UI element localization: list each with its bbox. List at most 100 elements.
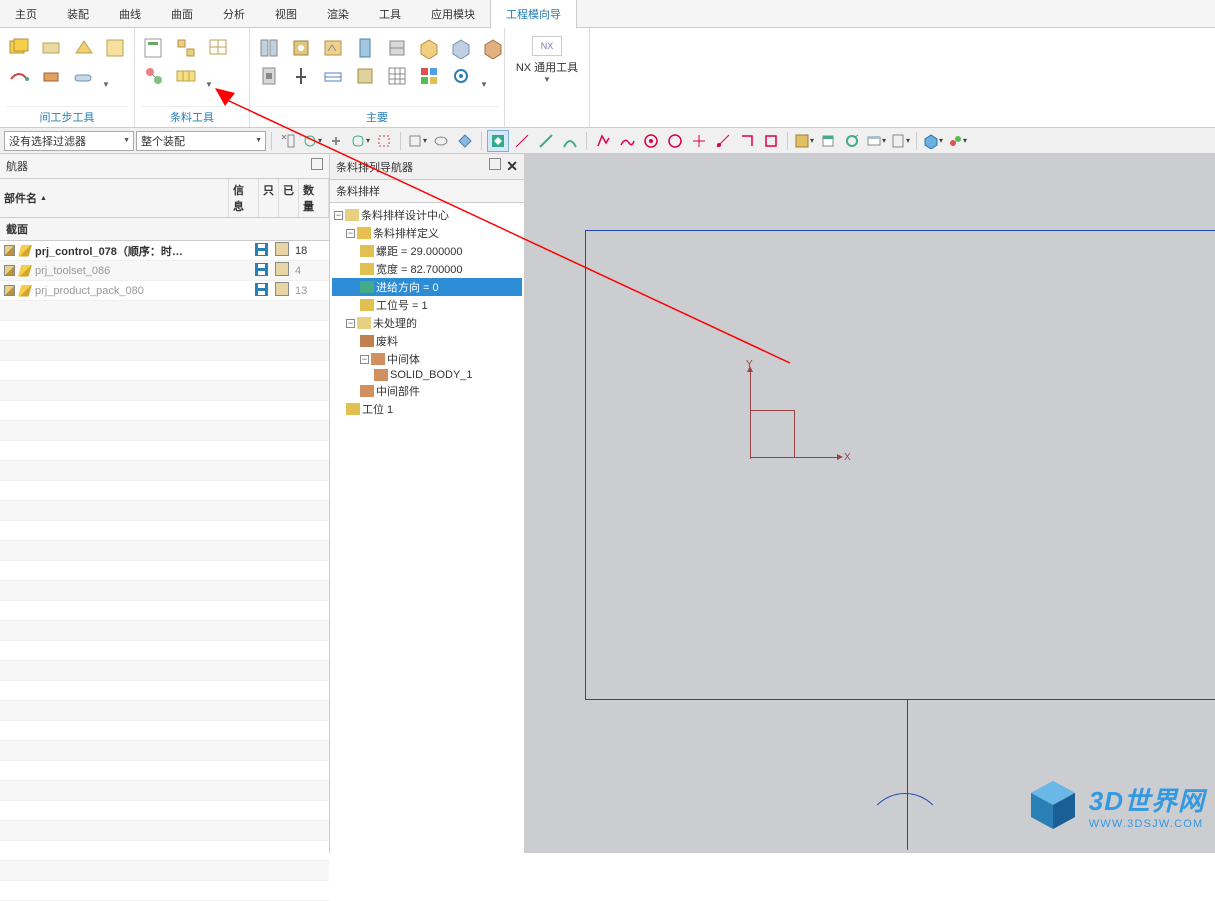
ribbon-icon[interactable] [352,35,378,61]
ribbon-icon[interactable] [384,63,410,89]
menu-assembly[interactable]: 装配 [52,0,104,28]
ribbon-icon[interactable] [141,63,167,89]
tb-icon[interactable] [406,130,428,152]
tb-icon[interactable] [511,130,533,152]
tree-node-solid[interactable]: SOLID_BODY_1 [332,368,522,382]
ribbon-icon[interactable] [6,63,32,89]
nav-section[interactable]: 截面 [0,218,329,241]
tb-icon[interactable] [349,130,371,152]
ribbon-icon[interactable] [352,63,378,89]
menu-app[interactable]: 应用模块 [416,0,490,28]
filter-scope-select[interactable]: 整个装配 [136,131,266,151]
ribbon-icon[interactable] [6,35,32,61]
viewport-3d[interactable]: Y X 3D世界网 WWW.3DSJW.COM [525,154,1215,853]
nav-row[interactable]: prj_toolset_086 4 [0,261,329,281]
ribbon-strip-layout-icon[interactable] [173,63,199,89]
tb-icon[interactable] [640,130,662,152]
ribbon-icon[interactable] [70,35,96,61]
ribbon-icon[interactable] [70,63,96,89]
tb-icon[interactable] [325,130,347,152]
pin-icon[interactable] [311,158,323,170]
tb-icon[interactable] [559,130,581,152]
ribbon-icon[interactable] [288,63,314,89]
collapse-icon[interactable]: − [346,319,355,328]
check-icon[interactable] [4,285,15,296]
tb-icon[interactable] [454,130,476,152]
ribbon-icon[interactable] [173,35,199,61]
nx-icon: NX [532,36,562,56]
part-icon [18,285,32,297]
tb-icon[interactable] [616,130,638,152]
tree-node-station-no[interactable]: 工位号 = 1 [332,296,522,314]
tb-icon[interactable] [301,130,323,152]
ribbon-icon[interactable] [384,35,410,61]
menu-home[interactable]: 主页 [0,0,52,28]
close-icon[interactable]: ✕ [506,158,518,175]
ribbon-icon[interactable] [416,63,442,89]
ribbon-nx-tool[interactable]: NX NX 通用工具 ▼ [511,32,583,88]
check-icon[interactable] [4,265,15,276]
ribbon-icon[interactable] [102,35,128,61]
tb-icon[interactable] [664,130,686,152]
pin-icon[interactable] [489,158,501,170]
ribbon-icon[interactable] [288,35,314,61]
ribbon-group-label-strip: 条料工具 [141,106,243,127]
tb-icon[interactable] [535,130,557,152]
ribbon-icon[interactable] [38,35,64,61]
tb-icon[interactable] [688,130,710,152]
ribbon-icon[interactable] [480,35,506,61]
filter-type-select[interactable]: 没有选择过滤器 [4,131,134,151]
ribbon-icon[interactable] [416,35,442,61]
tb-icon[interactable] [712,130,734,152]
ribbon-icon[interactable] [205,35,231,61]
nav-row[interactable]: prj_control_078（顺序：时… 18 [0,241,329,261]
tb-icon[interactable] [487,130,509,152]
state-icon [275,262,289,276]
tree-node-feed[interactable]: 进给方向 = 0 [332,278,522,296]
menu-wizard[interactable]: 工程模向导 [490,0,577,29]
collapse-icon[interactable]: − [334,211,343,220]
tb-icon[interactable] [865,130,887,152]
tb-icon[interactable] [889,130,911,152]
menu-surface[interactable]: 曲面 [156,0,208,28]
menu-render[interactable]: 渲染 [312,0,364,28]
menu-curve[interactable]: 曲线 [104,0,156,28]
tb-icon[interactable] [946,130,968,152]
menu-analyze[interactable]: 分析 [208,0,260,28]
tb-icon[interactable] [373,130,395,152]
tree-node[interactable]: −未处理的 [332,314,522,332]
check-icon[interactable] [4,245,15,256]
tree-node[interactable]: −条料排样定义 [332,224,522,242]
nav-title: 航器 [6,158,28,174]
ribbon-icon[interactable] [141,35,167,61]
ribbon-icon[interactable] [320,63,346,89]
tree-node-root[interactable]: −条料排样设计中心 [332,206,522,224]
tree-node-pitch[interactable]: 螺距 = 29.000000 [332,242,522,260]
menu-view[interactable]: 视图 [260,0,312,28]
tree-node[interactable]: −中间体 [332,350,522,368]
nav-row[interactable]: prj_product_pack_080 13 [0,281,329,301]
collapse-icon[interactable]: − [360,355,369,364]
tb-icon[interactable] [922,130,944,152]
tb-icon[interactable] [430,130,452,152]
tree-node-comp[interactable]: 中间部件 [332,382,522,400]
ribbon-icon[interactable] [448,35,474,61]
tb-icon[interactable] [841,130,863,152]
ribbon-icon[interactable] [320,35,346,61]
ribbon-icon[interactable] [448,63,474,89]
ribbon-icon[interactable] [38,63,64,89]
tb-icon[interactable] [736,130,758,152]
ribbon-icon[interactable] [256,35,282,61]
tb-icon[interactable] [592,130,614,152]
collapse-icon[interactable]: − [346,229,355,238]
tree-node-station[interactable]: 工位 1 [332,400,522,418]
tb-icon[interactable] [760,130,782,152]
tree-node-width[interactable]: 宽度 = 82.700000 [332,260,522,278]
ribbon-icon[interactable] [256,63,282,89]
tb-icon[interactable] [793,130,815,152]
tb-icon[interactable] [817,130,839,152]
tree-node-scrap[interactable]: 废料 [332,332,522,350]
menu-tools[interactable]: 工具 [364,0,416,28]
tb-icon[interactable] [277,130,299,152]
mid-nav-tab[interactable]: 条料排样 [330,180,524,203]
